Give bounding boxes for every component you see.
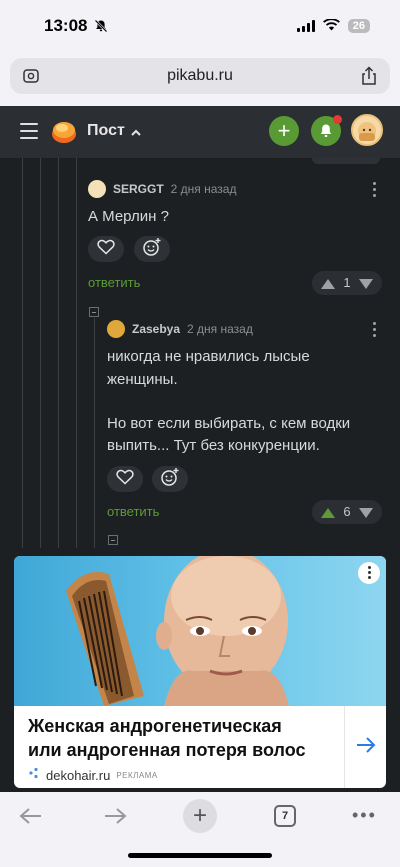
- url-text[interactable]: pikabu.ru: [10, 67, 390, 85]
- cellular-signal-icon: [296, 20, 315, 32]
- notification-dot: [333, 115, 342, 124]
- comment-username[interactable]: SERGGT: [113, 182, 164, 196]
- reply-link[interactable]: ответить: [107, 504, 159, 519]
- advertiser-icon: [28, 766, 40, 784]
- ad-source[interactable]: dekohair.ru РЕКЛАМА: [28, 766, 158, 784]
- ad-title[interactable]: Женская андрогенетическая или андрогенна…: [28, 714, 348, 762]
- tabs-button[interactable]: 7: [274, 805, 296, 827]
- add-reaction-button[interactable]: [134, 236, 170, 262]
- ad-title-line: или андрогенная потеря волос: [28, 740, 306, 760]
- user-avatar[interactable]: [351, 114, 383, 146]
- forward-arrow-icon[interactable]: [102, 806, 128, 826]
- ad-image[interactable]: [14, 556, 386, 706]
- commenter-avatar[interactable]: [88, 180, 106, 198]
- thread-line: [22, 158, 23, 558]
- comment-username[interactable]: Zasebya: [132, 322, 180, 336]
- commenter-avatar[interactable]: [107, 320, 125, 338]
- vote-down-icon[interactable]: [358, 506, 374, 518]
- ad-card[interactable]: Женская андрогенетическая или андрогенна…: [14, 556, 386, 788]
- comment-header: Zasebya 2 дня назад: [107, 320, 253, 338]
- comment-text: А Мерлин ?: [88, 208, 169, 225]
- chevron-up-icon[interactable]: [130, 125, 142, 136]
- thread-line: [94, 318, 95, 558]
- battery-icon: 26: [347, 19, 370, 33]
- previous-vote-box: [312, 158, 380, 164]
- ad-domain[interactable]: dekohair.ru: [46, 768, 110, 783]
- notifications-button[interactable]: [311, 115, 342, 146]
- thread-line: [40, 158, 41, 558]
- ad-options-button[interactable]: [358, 562, 380, 584]
- home-indicator: [128, 853, 272, 858]
- ad-title-line: Женская андрогенетическая: [28, 716, 282, 736]
- more-vertical-icon[interactable]: [371, 322, 377, 338]
- arrow-right-icon: [355, 736, 377, 759]
- thread-line: [58, 158, 59, 558]
- page-title[interactable]: Пост: [87, 122, 125, 140]
- create-post-button[interactable]: +: [269, 116, 299, 146]
- url-bar[interactable]: pikabu.ru: [10, 58, 390, 94]
- share-icon[interactable]: [360, 66, 378, 86]
- heart-icon: [97, 239, 115, 260]
- comment-date: 2 дня назад: [187, 322, 253, 336]
- more-horizontal-icon[interactable]: •••: [352, 806, 377, 824]
- comment-header: SERGGT 2 дня назад: [88, 180, 236, 198]
- vote-box: 6: [312, 500, 382, 524]
- ad-badge: РЕКЛАМА: [116, 770, 158, 780]
- back-arrow-icon[interactable]: [18, 806, 44, 826]
- comment-text-line: никогда не нравились лысые: [107, 348, 310, 365]
- collapse-thread-button[interactable]: [108, 535, 118, 545]
- comments-section: SERGGT 2 дня назад А Мерлин ? ответить 1…: [0, 158, 400, 558]
- add-reaction-button[interactable]: [152, 466, 188, 492]
- heart-icon: [116, 469, 134, 490]
- emoji-add-icon: [160, 467, 180, 492]
- comment-text-line: выпить... Тут без конкуренции.: [107, 437, 320, 454]
- vote-down-icon[interactable]: [358, 277, 374, 289]
- new-tab-button[interactable]: +: [183, 799, 217, 833]
- menu-icon[interactable]: [20, 123, 38, 139]
- emoji-add-icon: [142, 237, 162, 262]
- reply-link[interactable]: ответить: [88, 275, 140, 290]
- like-button[interactable]: [88, 236, 124, 262]
- comment-text-line: женщины.: [107, 371, 178, 388]
- comment-date: 2 дня назад: [170, 182, 237, 196]
- muted-bell-icon: [94, 19, 108, 36]
- wifi-icon: [322, 18, 340, 34]
- thread-line: [76, 158, 77, 558]
- more-vertical-icon[interactable]: [371, 182, 377, 198]
- like-button[interactable]: [107, 466, 143, 492]
- vote-box: 1: [312, 271, 382, 295]
- collapse-thread-button[interactable]: [89, 307, 99, 317]
- pikabu-logo[interactable]: [50, 118, 78, 146]
- status-bar: 13:08 26: [0, 0, 400, 54]
- comment-text-line: Но вот если выбирать, с кем водки: [107, 415, 351, 432]
- ad-open-button[interactable]: [344, 706, 386, 788]
- status-time: 13:08: [44, 16, 88, 35]
